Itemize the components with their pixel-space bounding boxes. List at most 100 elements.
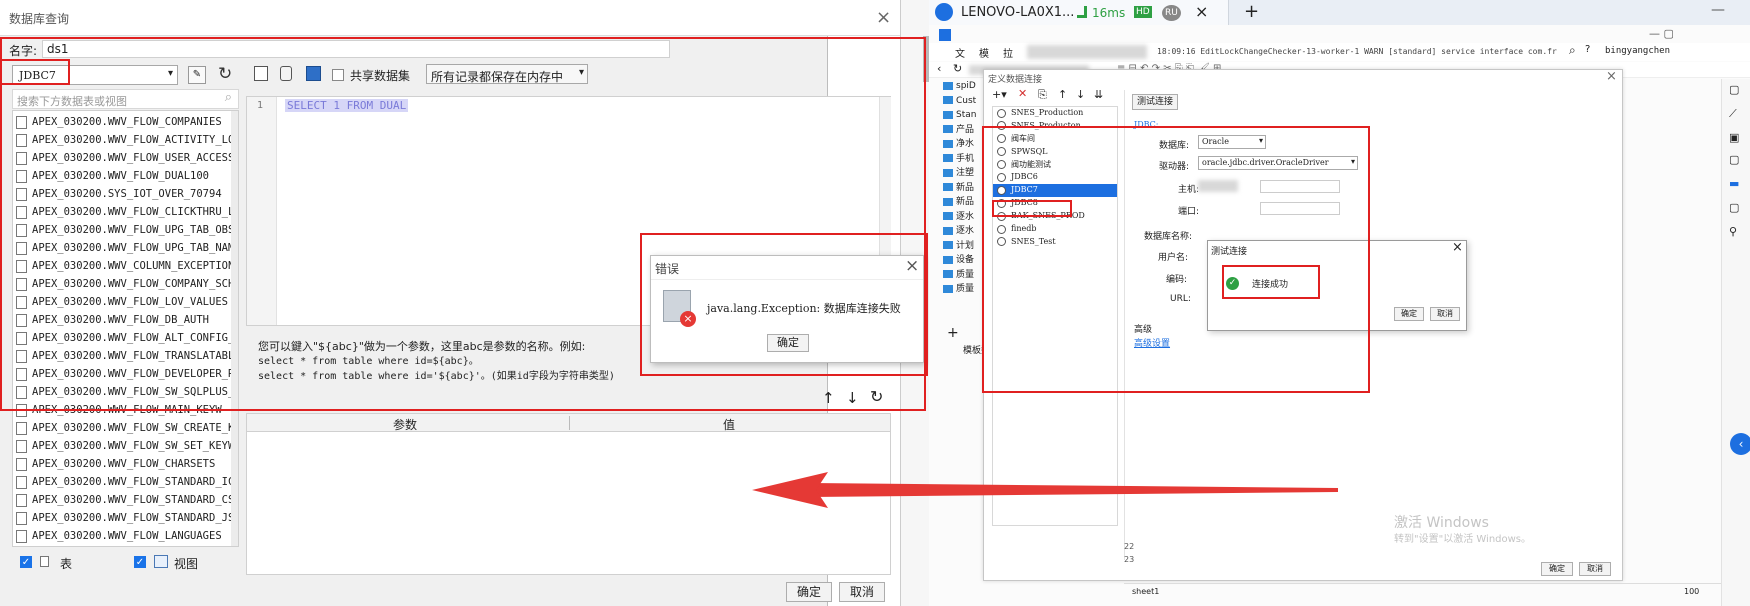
define-cancel-button[interactable]: 取消 (1579, 562, 1611, 576)
side-icon[interactable]: ▢ (1729, 153, 1739, 166)
menu-item-file[interactable]: 文 (955, 45, 965, 60)
sort-icon[interactable]: ⇊ (1094, 88, 1103, 101)
table-list[interactable]: APEX_030200.WWV_FLOW_COMPANIES APEX_03020… (12, 110, 239, 547)
close-icon[interactable]: × (876, 7, 891, 28)
tree-folder-item[interactable]: Cust (943, 94, 976, 109)
connection-item[interactable]: JDBC6 (993, 171, 1117, 184)
tree-folder-item[interactable]: spiD (943, 79, 976, 94)
tree-folder-item[interactable]: 质量 (943, 282, 976, 297)
define-ok-button[interactable]: 确定 (1541, 562, 1573, 576)
move-down-icon[interactable]: ↓ (846, 389, 859, 407)
close-icon[interactable]: × (1606, 69, 1617, 84)
tree-folder-item[interactable]: 净水 (943, 137, 976, 152)
remote-tab[interactable]: LENOVO-LA0X1... 16ms HD RU × (929, 0, 1229, 25)
connection-item[interactable]: BAK_SNES_PROD (993, 210, 1117, 223)
tree-folder-item[interactable]: 新品 (943, 195, 976, 210)
table-list-item[interactable]: APEX_030200.WWV_FLOW_STANDARD_ICO (13, 473, 231, 491)
tree-folder-item[interactable]: 逐水 (943, 210, 976, 225)
shared-dataset-checkbox[interactable] (332, 69, 344, 81)
connection-select[interactable]: JDBC7 ▾ (12, 65, 178, 85)
connection-item[interactable]: finedb (993, 223, 1117, 236)
tree-folder-item[interactable]: 计划 (943, 239, 976, 254)
reload-icon[interactable]: ↻ (953, 62, 962, 75)
driver-select[interactable]: oracle.jdbc.driver.OracleDriver ▾ (1198, 156, 1358, 170)
table-list-item[interactable]: APEX_030200.WWV_FLOW_SW_SQLPLUS_C (13, 383, 231, 401)
delete-icon[interactable]: ✕ (1018, 87, 1027, 100)
move-down-icon[interactable]: ↓ (1076, 88, 1085, 101)
table-list-item[interactable]: APEX_030200.WWV_FLOW_COMPANY_SCHE (13, 275, 231, 293)
connection-item[interactable]: 阀车间 (993, 133, 1117, 146)
table-list-item[interactable]: APEX_030200.WWV_FLOW_SW_CREATE_KE (13, 419, 231, 437)
close-icon[interactable]: × (905, 256, 919, 276)
table-list-item[interactable]: APEX_030200.WWV_COLUMN_EXCEPTIONS (13, 257, 231, 275)
table-list-item[interactable]: APEX_030200.WWV_FLOW_COMPANIES (13, 113, 231, 131)
table-list-item[interactable]: APEX_030200.WWV_FLOW_LOV_VALUES (13, 293, 231, 311)
collapse-icon[interactable]: ‹ (1730, 433, 1750, 455)
back-icon[interactable]: ‹ (937, 62, 941, 75)
view-checkbox[interactable]: ✓ (134, 556, 146, 568)
table-list-item[interactable]: APEX_030200.WWV_FLOW_UPG_TAB_OBSO (13, 221, 231, 239)
refresh-params-icon[interactable]: ↻ (870, 387, 883, 406)
connection-item[interactable]: JDBC8 (993, 197, 1117, 210)
advanced-settings-link[interactable]: 高级设置 (1134, 336, 1170, 349)
table-list-item[interactable]: APEX_030200.WWV_FLOW_MAIN_KEYW (13, 401, 231, 419)
add-icon[interactable]: + (947, 325, 959, 341)
table-list-item[interactable]: APEX_030200.WWV_FLOW_DUAL100 (13, 167, 231, 185)
help-icon[interactable]: ? (1585, 44, 1590, 55)
test-connection-button[interactable]: 测试连接 (1132, 94, 1178, 110)
connection-item[interactable]: SNES_Production (993, 107, 1117, 120)
name-input[interactable]: ds1 (42, 40, 670, 58)
menu-item-template[interactable]: 模 (979, 45, 989, 60)
preview-icon[interactable] (254, 66, 268, 81)
tree-folder-item[interactable]: 手机 (943, 152, 976, 167)
table-list-item[interactable]: APEX_030200.WWV_FLOW_STANDARD_JS (13, 509, 231, 527)
side-icon[interactable]: ⚲ (1729, 225, 1737, 238)
tree-folder-item[interactable]: 注塑 (943, 166, 976, 181)
table-list-item[interactable]: APEX_030200.WWV_FLOW_USER_ACCESS_ (13, 149, 231, 167)
connection-item[interactable]: SPWSQL (993, 146, 1117, 159)
test-ok-button[interactable]: 确定 (1394, 307, 1424, 321)
side-icon[interactable]: ▣ (1729, 131, 1739, 144)
table-list-item[interactable]: APEX_030200.WWV_FLOW_DB_AUTH (13, 311, 231, 329)
side-icon[interactable]: ▢ (1729, 83, 1739, 96)
host-input[interactable] (1260, 180, 1340, 193)
db-select[interactable]: Oracle ▾ (1198, 135, 1266, 149)
table-list-scrollbar[interactable] (231, 111, 238, 546)
table-checkbox[interactable]: ✓ (20, 556, 32, 568)
tree-folder-item[interactable]: Stan (943, 108, 976, 123)
edit-connection-icon[interactable]: ✎ (188, 66, 206, 84)
menu-item-drag[interactable]: 拉 (1003, 45, 1013, 60)
port-input[interactable] (1260, 202, 1340, 215)
tree-folder-item[interactable]: 产品 (943, 123, 976, 138)
side-icon[interactable]: ▢ (1729, 201, 1739, 214)
table-list-item[interactable]: APEX_030200.WWV_FLOW_TRANSLATABLE (13, 347, 231, 365)
connection-item[interactable]: 阀功能测试 (993, 159, 1117, 172)
table-list-item[interactable]: APEX_030200.WWV_FLOW_ALT_CONFIG_P (13, 329, 231, 347)
table-list-item[interactable]: APEX_030200.SYS_IOT_OVER_70794 (13, 185, 231, 203)
search-icon[interactable]: ⌕ (1569, 43, 1576, 58)
test-cancel-button[interactable]: 取消 (1430, 307, 1460, 321)
connection-item[interactable]: SNES_Producton (993, 120, 1117, 133)
minimize-icon[interactable]: — (1711, 2, 1725, 18)
save-icon[interactable] (306, 66, 321, 81)
side-icon[interactable]: ▬ (1729, 177, 1739, 190)
connection-item[interactable]: SNES_Test (993, 236, 1117, 249)
memory-option-select[interactable]: 所有记录都保存在内存中 ▾ (426, 64, 588, 84)
table-list-item[interactable]: APEX_030200.WWV_FLOW_CHARSETS (13, 455, 231, 473)
tree-folder-item[interactable]: 逐水 (943, 224, 976, 239)
table-list-item[interactable]: APEX_030200.WWV_FLOW_LANGUAGES (13, 527, 231, 545)
tree-folder-item[interactable]: 新品 (943, 181, 976, 196)
close-icon[interactable]: × (1452, 240, 1463, 255)
error-ok-button[interactable]: 确定 (767, 334, 809, 352)
table-list-item[interactable]: APEX_030200.WWV_FLOW_CLICKTHRU_LO (13, 203, 231, 221)
cancel-button[interactable]: 取消 (839, 582, 885, 602)
add-connection-icon[interactable]: +▾ (992, 88, 1007, 101)
sheet-tab-sheet1[interactable]: sheet1 (1132, 587, 1159, 596)
connection-list[interactable]: SNES_Production SNES_Producton 阀车间 SPWSQL 阀功… (992, 106, 1118, 526)
move-up-icon[interactable]: ↑ (1058, 88, 1067, 101)
connection-item[interactable]: JDBC7 (993, 184, 1117, 198)
tree-folder-item[interactable]: 质量 (943, 268, 976, 283)
copy-icon[interactable]: ⎘ (1038, 88, 1047, 102)
table-list-item[interactable]: APEX_030200.WWV_FLOW_UPG_TAB_NAME (13, 239, 231, 257)
table-list-item[interactable]: APEX_030200.WWV_FLOW_STANDARD_CSS (13, 491, 231, 509)
